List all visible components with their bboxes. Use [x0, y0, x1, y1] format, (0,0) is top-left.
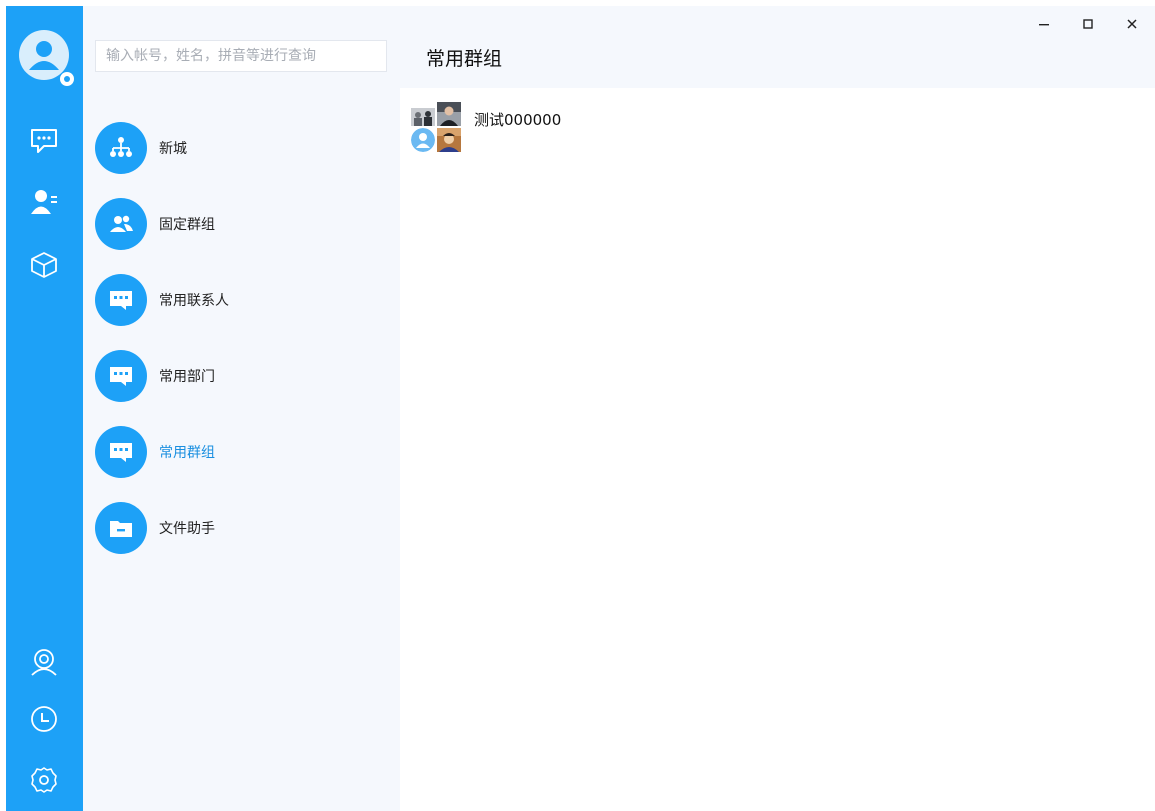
close-icon — [1127, 19, 1137, 29]
search-input[interactable] — [95, 40, 387, 72]
category-xincheng[interactable]: 新城 — [95, 120, 385, 176]
gear-icon[interactable] — [28, 764, 60, 796]
category-label: 常用联系人 — [159, 293, 229, 309]
online-status-icon — [60, 72, 74, 86]
maximize-icon — [1083, 19, 1093, 29]
people-icon — [95, 198, 147, 250]
maximize-button[interactable] — [1070, 10, 1106, 38]
group-name: 测试000000 — [474, 110, 562, 129]
folder-icon — [95, 502, 147, 554]
member-photo — [411, 108, 435, 126]
page-title: 常用群组 — [426, 48, 503, 70]
message-icon — [95, 426, 147, 478]
category-label: 固定群组 — [159, 217, 215, 233]
default-avatar-icon — [411, 128, 435, 152]
clock-icon[interactable] — [28, 703, 60, 735]
list-item[interactable]: 测试000000 — [410, 100, 1110, 152]
close-button[interactable] — [1114, 10, 1150, 38]
contacts-icon[interactable] — [28, 186, 60, 218]
org-tree-icon — [95, 122, 147, 174]
icon-rail — [6, 6, 83, 811]
category-label: 常用部门 — [159, 369, 215, 385]
main-header: 常用群组 — [400, 6, 1155, 88]
minimize-icon — [1039, 24, 1049, 26]
category-label: 新城 — [159, 141, 187, 157]
category-label: 常用群组 — [159, 445, 215, 461]
category-label: 文件助手 — [159, 521, 215, 537]
category-frequent-departments[interactable]: 常用部门 — [95, 348, 385, 404]
group-avatar — [410, 100, 462, 152]
category-frequent-contacts[interactable]: 常用联系人 — [95, 272, 385, 328]
member-photo — [437, 128, 461, 152]
main-panel: 常用群组 测试000000 — [400, 6, 1155, 811]
app-window: 新城 固定群组 常用联系人 — [6, 6, 1155, 811]
contacts-panel: 新城 固定群组 常用联系人 — [83, 6, 400, 811]
minimize-button[interactable] — [1026, 10, 1062, 38]
category-fixed-groups[interactable]: 固定群组 — [95, 196, 385, 252]
message-icon — [95, 274, 147, 326]
category-frequent-groups[interactable]: 常用群组 — [95, 424, 385, 480]
category-file-assistant[interactable]: 文件助手 — [95, 500, 385, 556]
chat-icon[interactable] — [28, 124, 60, 156]
profile-icon[interactable] — [28, 646, 60, 678]
member-photo — [437, 102, 461, 126]
message-icon — [95, 350, 147, 402]
cube-icon[interactable] — [28, 249, 60, 281]
user-avatar[interactable] — [19, 30, 69, 80]
